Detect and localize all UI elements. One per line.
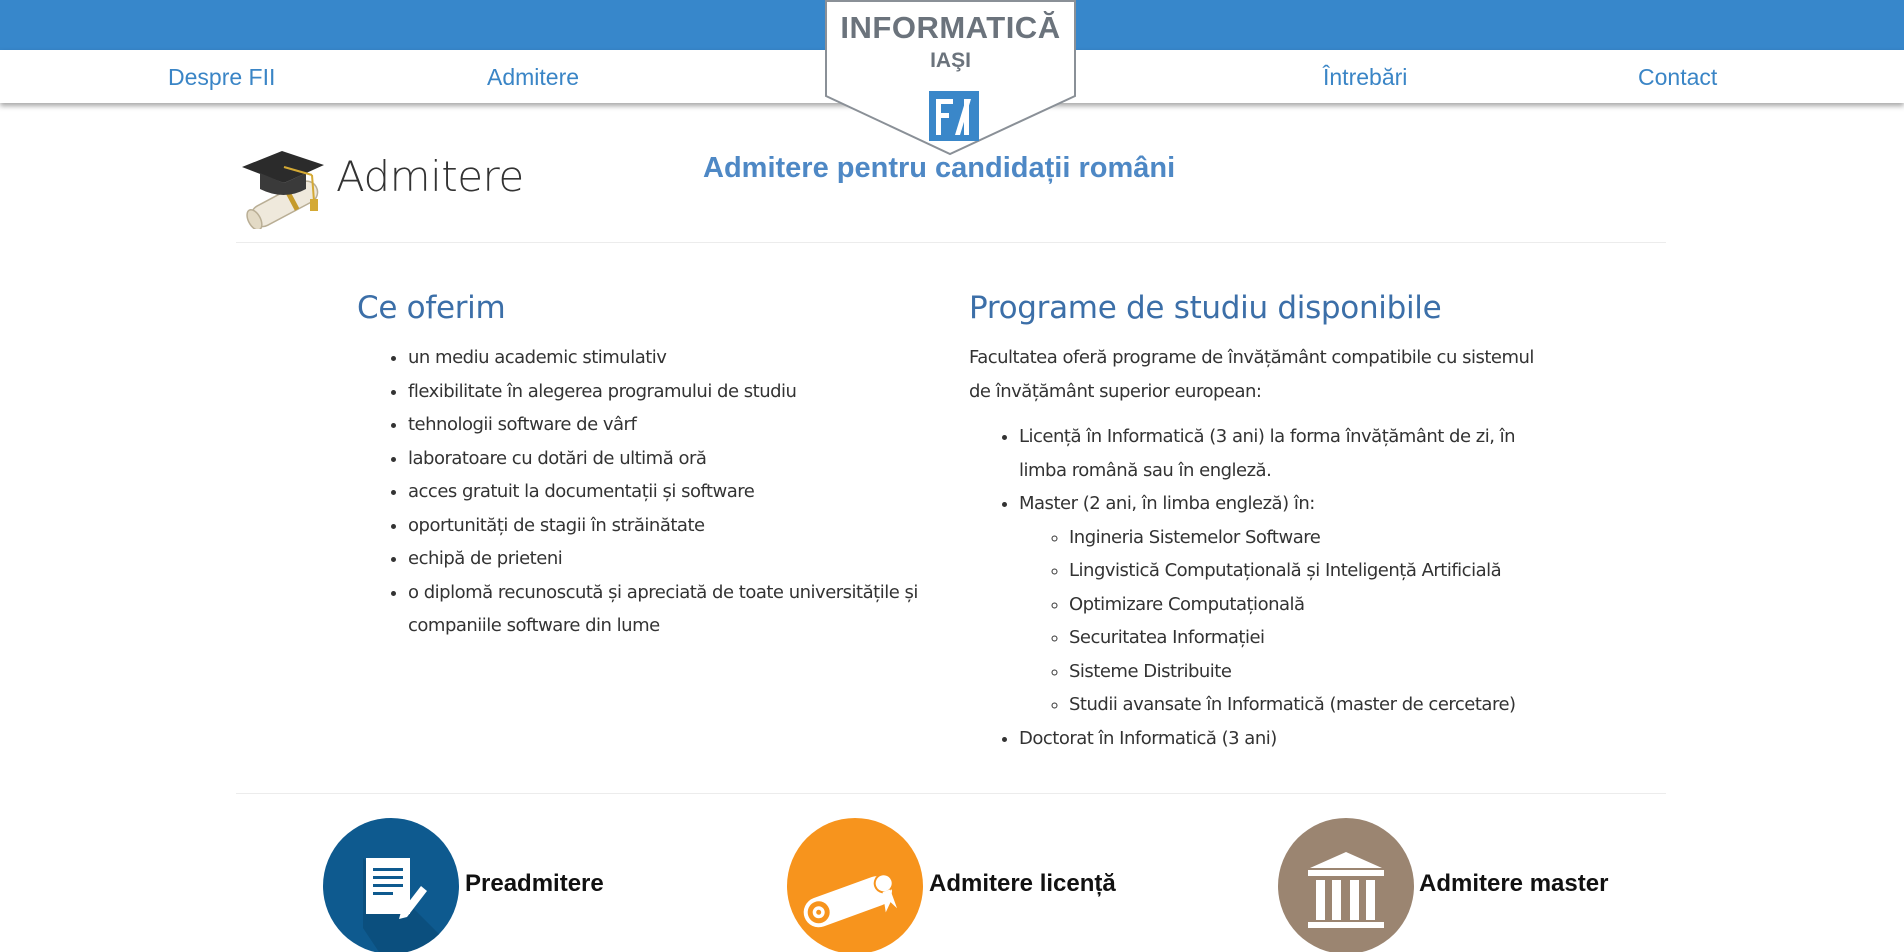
list-item-licenta: Licență în Informatică (3 ani) la forma … [1019,420,1516,454]
admitere-licenta-link[interactable]: Admitere licență [929,870,1116,898]
list-item-licenta-continuation: limba română sau în engleză. [1019,459,1272,481]
page-subtitle: Admitere pentru candidații români [703,152,1176,184]
master-sublist: Ingineria Sistemelor Software Lingvistic… [1019,521,1516,722]
list-item: echipă de prieteni [408,542,918,576]
preadmitere-link[interactable]: Preadmitere [465,870,604,898]
programs-list: Licență în Informatică (3 ani) la forma … [1019,420,1516,755]
page-title: Admitere [336,152,524,201]
nav-item-intrebari[interactable]: Întrebări [1323,62,1407,92]
sublist-item: Sisteme Distribuite [1069,655,1516,689]
graduation-cap-icon [242,151,324,229]
admitere-licenta-card-icon[interactable] [787,818,923,952]
list-item: o diplomă recunoscută și apreciată de to… [408,576,918,610]
offer-list: un mediu academic stimulativ flexibilita… [408,341,918,643]
offer-title: Ce oferim [357,290,506,326]
document-edit-icon [363,858,457,952]
list-item-doctorat: Doctorat în Informatică (3 ani) [1019,722,1516,756]
preadmitere-card-icon[interactable] [323,818,459,952]
sublist-item: Optimizare Computațională [1069,588,1516,622]
logo-title: INFORMATICĂ [840,10,1061,45]
logo-city: IAŞI [930,49,971,72]
nav-item-contact[interactable]: Contact [1638,62,1717,92]
section-divider [236,793,1666,794]
programs-intro-line: de învățământ superior european: [969,380,1262,402]
list-item-continuation: companiile software din lume [408,615,660,636]
admitere-master-card-icon[interactable] [1278,818,1414,952]
nav-item-despre-fii[interactable]: Despre FII [168,62,275,92]
admitere-master-link[interactable]: Admitere master [1419,870,1608,898]
institution-building-icon [1308,852,1384,928]
diploma-scroll-icon [803,873,898,928]
programs-title: Programe de studiu disponibile [969,290,1442,326]
list-item: laboratoare cu dotări de ultimă oră [408,442,918,476]
programs-intro: Facultatea oferă programe de învățământ … [969,341,1569,408]
fi-mark-icon [929,91,979,141]
sublist-item: Lingvistică Computațională și Inteligenț… [1069,554,1516,588]
sublist-item: Securitatea Informației [1069,621,1516,655]
nav-item-admitere[interactable]: Admitere [487,62,579,92]
programs-intro-line: Facultatea oferă programe de învățământ … [969,347,1534,368]
list-item: acces gratuit la documentații și softwar… [408,475,918,509]
master-label: Master (2 ani, în limba engleză) în: [1019,493,1315,514]
sublist-item: Studii avansate în Informatică (master d… [1069,688,1516,722]
list-item: tehnologii software de vârf [408,408,918,442]
sublist-item: Ingineria Sistemelor Software [1069,521,1516,555]
section-divider [236,242,1666,243]
list-item: oportunități de stagii în străinătate [408,509,918,543]
list-item: un mediu academic stimulativ [408,341,918,375]
list-item-master: Master (2 ani, în limba engleză) în: Ing… [1019,487,1516,722]
list-item: flexibilitate în alegerea programului de… [408,375,918,409]
